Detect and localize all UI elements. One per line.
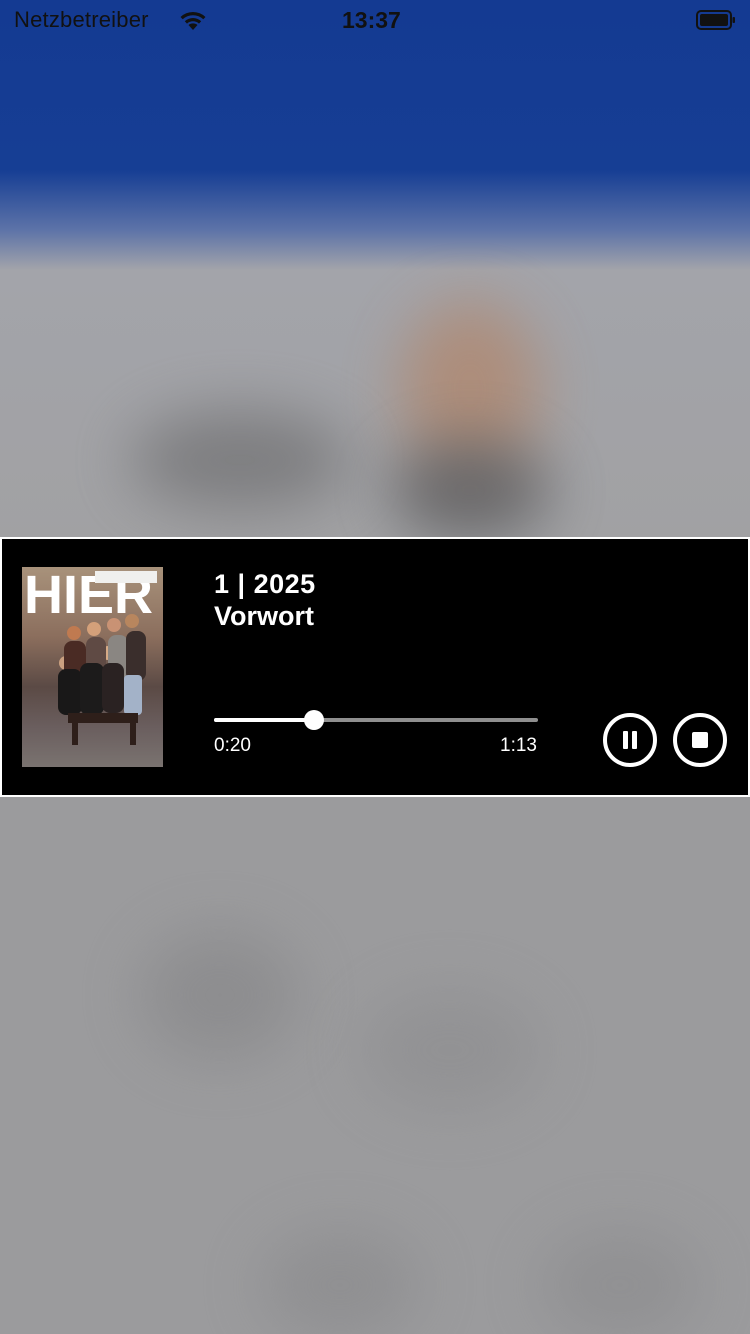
mini-player: HIER 1 | 2025 Vorwort 0:20 1:13 — [0, 537, 750, 797]
progress-slider[interactable] — [214, 710, 538, 730]
current-time: 0:20 — [214, 735, 251, 756]
blurred-background-top — [0, 0, 750, 540]
magazine-cover-image[interactable]: HIER — [22, 567, 163, 767]
stop-icon — [692, 732, 708, 748]
carrier-name: Netzbetreiber — [14, 7, 149, 32]
episode-issue: 1 | 2025 — [214, 569, 316, 599]
cover-logo — [95, 571, 157, 583]
episode-title: Vorwort — [214, 601, 314, 631]
pause-icon — [623, 731, 637, 749]
battery-icon — [696, 10, 736, 30]
blurred-shape — [390, 440, 550, 540]
blurred-shape — [540, 1230, 700, 1334]
progress-thumb[interactable] — [304, 710, 325, 730]
blurred-shape — [130, 410, 350, 510]
progress-fill — [214, 718, 315, 722]
blurred-shape — [140, 930, 300, 1060]
total-time: 1:13 — [500, 735, 537, 756]
cover-people-illustration — [58, 614, 146, 745]
wifi-icon — [178, 9, 208, 37]
stop-button[interactable] — [673, 713, 727, 767]
pause-button[interactable] — [603, 713, 657, 767]
blurred-shape — [360, 990, 540, 1110]
status-time: 13:37 — [342, 7, 401, 33]
blurred-shape — [260, 1230, 420, 1334]
status-bar: Netzbetreiber 13:37 — [0, 0, 750, 40]
